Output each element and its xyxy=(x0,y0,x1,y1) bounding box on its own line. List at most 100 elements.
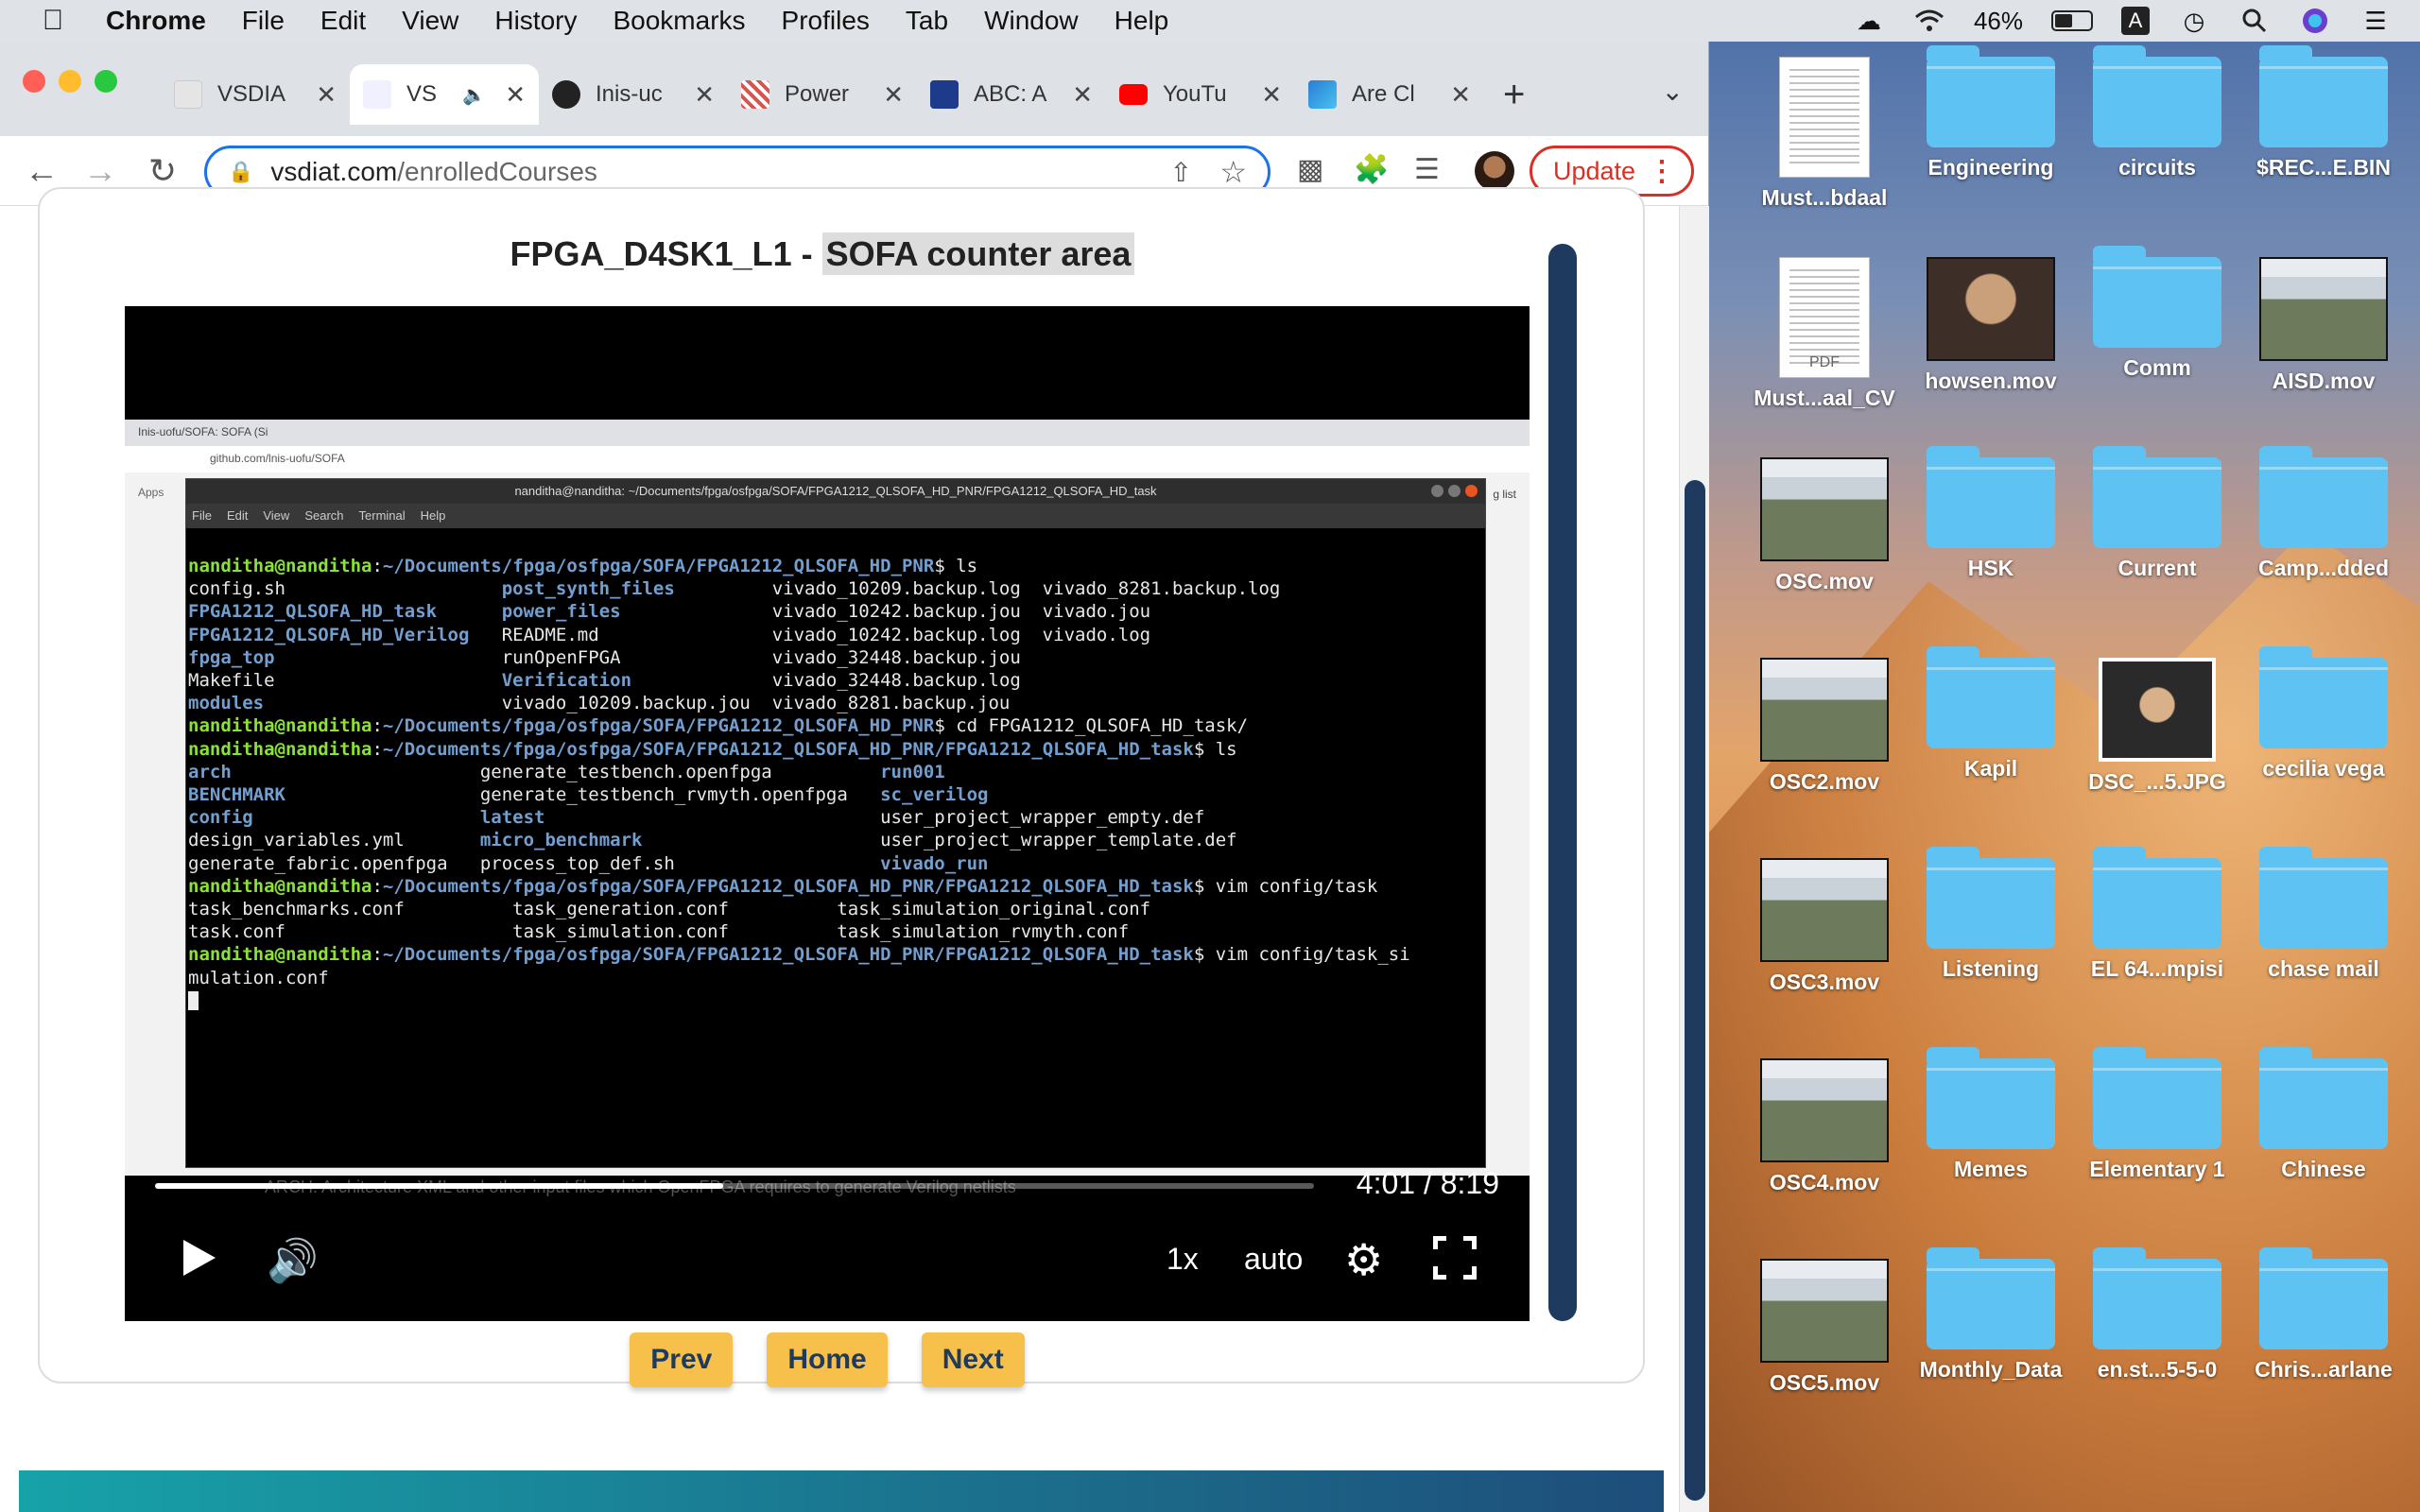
forward-arrow-icon[interactable]: → xyxy=(79,151,121,191)
lesson-side-scrollbar[interactable] xyxy=(1548,244,1577,1321)
extensions-puzzle-icon[interactable]: 🧩 xyxy=(1354,153,1389,186)
desktop-icon-folder[interactable]: Chinese xyxy=(2240,1047,2407,1182)
desktop-icon-video[interactable]: OSC2.mov xyxy=(1741,658,1908,795)
desktop-icon-folder[interactable]: Kapil xyxy=(1908,646,2074,782)
menu-profiles[interactable]: Profiles xyxy=(782,6,870,36)
extension-k-icon[interactable]: ▩ xyxy=(1297,153,1323,186)
tab-vs-active[interactable]: VS 🔈 ✕ xyxy=(350,64,539,125)
share-icon[interactable]: ⇧ xyxy=(1170,157,1192,188)
apple-menu-icon[interactable]:  xyxy=(38,5,68,36)
tab-github[interactable]: Inis-uc ✕ xyxy=(539,64,728,125)
tab-bing[interactable]: Are Cl ✕ xyxy=(1295,64,1484,125)
page-scrollbar[interactable] xyxy=(1679,206,1709,1512)
close-tab-icon[interactable]: ✕ xyxy=(505,80,526,110)
desktop-icon-video[interactable]: OSC.mov xyxy=(1741,457,1908,594)
video-progress-bar[interactable] xyxy=(155,1183,1314,1189)
desktop-icon-folder[interactable]: cecilia vega xyxy=(2240,646,2407,782)
menu-view[interactable]: View xyxy=(402,6,458,36)
input-source-icon[interactable]: A xyxy=(2121,7,2150,35)
close-tab-icon[interactable]: ✕ xyxy=(883,80,904,110)
next-button[interactable]: Next xyxy=(921,1332,1025,1387)
close-tab-icon[interactable]: ✕ xyxy=(316,80,337,110)
audio-playing-icon[interactable]: 🔈 xyxy=(462,83,486,107)
desktop-icon-doc[interactable]: Must...bdaal xyxy=(1741,57,1908,211)
media-control-icon[interactable]: ☰ xyxy=(1414,153,1440,186)
desktop-icon-person[interactable]: howsen.mov xyxy=(1908,257,2074,394)
desktop-icon-video[interactable]: OSC4.mov xyxy=(1741,1058,1908,1195)
desktop-icon-folder[interactable]: HSK xyxy=(1908,446,2074,581)
desktop-icon-folder[interactable]: Chris...arlane xyxy=(2240,1247,2407,1383)
desktop-icon-label: cecilia vega xyxy=(2262,756,2385,781)
tab-youtube[interactable]: YouTu ✕ xyxy=(1106,64,1295,125)
close-tab-icon[interactable]: ✕ xyxy=(1072,80,1093,110)
volume-icon[interactable]: 🔊 xyxy=(267,1236,319,1285)
desktop-icon-folder[interactable]: chase mail xyxy=(2240,847,2407,982)
home-button[interactable]: Home xyxy=(767,1332,888,1387)
desktop-icon-folder[interactable]: Current xyxy=(2074,446,2240,581)
tab-power[interactable]: Power ✕ xyxy=(728,64,917,125)
menu-file[interactable]: File xyxy=(242,6,285,36)
desktop-icon-folder[interactable]: Comm xyxy=(2074,246,2240,381)
prev-button[interactable]: Prev xyxy=(630,1332,734,1387)
fullscreen-icon[interactable] xyxy=(1433,1236,1477,1280)
desktop-icon-folder[interactable]: Listening xyxy=(1908,847,2074,982)
desktop-icon-folder[interactable]: Camp...dded xyxy=(2240,446,2407,581)
page-scrollbar-thumb[interactable] xyxy=(1685,480,1705,1501)
tab-vsdia[interactable]: VSDIA ✕ xyxy=(161,64,350,125)
folder-icon xyxy=(1927,646,2055,748)
creative-cloud-icon[interactable]: ☁ xyxy=(1853,7,1885,35)
spotlight-search-icon[interactable] xyxy=(2238,7,2271,35)
menu-history[interactable]: History xyxy=(494,6,577,36)
close-tab-icon[interactable]: ✕ xyxy=(1261,80,1282,110)
desktop-icon-video[interactable]: OSC5.mov xyxy=(1741,1259,1908,1396)
siri-icon[interactable] xyxy=(2299,7,2331,35)
pdf-badge: PDF xyxy=(1809,354,1840,370)
close-window-button[interactable] xyxy=(23,70,45,93)
video-player[interactable]: Inis-uofu/SOFA: SOFA (Si github.com/lnis… xyxy=(125,306,1530,1321)
battery-icon[interactable] xyxy=(2051,10,2093,31)
document-icon xyxy=(1779,57,1870,178)
settings-gear-icon[interactable]: ⚙ xyxy=(1344,1234,1383,1285)
desktop-icon-folder[interactable]: EL 64...mpisi xyxy=(2074,847,2240,982)
folder-icon xyxy=(1927,1047,2055,1149)
close-tab-icon[interactable]: ✕ xyxy=(694,80,715,110)
bookmark-star-icon[interactable]: ☆ xyxy=(1219,154,1247,190)
lock-icon[interactable]: 🔒 xyxy=(228,160,253,184)
desktop-icon-pdf[interactable]: PDF Must...aal_CV xyxy=(1741,257,1908,411)
menu-help[interactable]: Help xyxy=(1115,6,1169,36)
tab-abc[interactable]: ABC: A ✕ xyxy=(917,64,1106,125)
desktop-icon-folder[interactable]: $REC...E.BIN xyxy=(2240,45,2407,180)
menu-app-name[interactable]: Chrome xyxy=(106,6,206,36)
tab-label: Power xyxy=(785,81,850,107)
desktop-icon-folder[interactable]: en.st...5-5-0 xyxy=(2074,1247,2240,1383)
menu-window[interactable]: Window xyxy=(984,6,1079,36)
desktop-icon-folder[interactable]: Engineering xyxy=(1908,45,2074,180)
close-tab-icon[interactable]: ✕ xyxy=(1450,80,1471,110)
control-center-icon[interactable]: ☰ xyxy=(2360,7,2392,35)
desktop-icon-photo[interactable]: DSC_...5.JPG xyxy=(2074,658,2240,795)
profile-avatar[interactable] xyxy=(1475,151,1514,191)
menu-edit[interactable]: Edit xyxy=(320,6,366,36)
play-icon[interactable] xyxy=(183,1240,216,1276)
desktop-icon-folder[interactable]: Memes xyxy=(1908,1047,2074,1182)
back-arrow-icon[interactable]: ← xyxy=(21,151,62,191)
desktop-icon-folder[interactable]: Elementary 1 xyxy=(2074,1047,2240,1182)
desktop-icon-video[interactable]: OSC3.mov xyxy=(1741,858,1908,995)
zoom-window-button[interactable] xyxy=(95,70,117,93)
reload-icon[interactable]: ↻ xyxy=(142,151,183,191)
clock-icon[interactable]: ◷ xyxy=(2178,7,2210,35)
playback-speed[interactable]: 1x xyxy=(1167,1242,1199,1277)
desktop-icon-video[interactable]: AISD.mov xyxy=(2240,257,2407,394)
desktop-icon-folder[interactable]: circuits xyxy=(2074,45,2240,180)
quality-selector[interactable]: auto xyxy=(1244,1242,1303,1277)
new-tab-icon[interactable]: + xyxy=(1503,74,1525,116)
wifi-icon[interactable] xyxy=(1913,7,1945,35)
menu-tab[interactable]: Tab xyxy=(906,6,948,36)
inner-apps: Apps xyxy=(138,486,164,499)
minimize-window-button[interactable] xyxy=(59,70,81,93)
menu-bookmarks[interactable]: Bookmarks xyxy=(613,6,745,36)
desktop-icon-label: HSK xyxy=(1967,556,2014,580)
tab-search-chevron-icon[interactable]: ⌄ xyxy=(1662,76,1684,107)
chrome-menu-icon[interactable]: ⋮ xyxy=(1648,155,1676,188)
desktop-icon-folder[interactable]: Monthly_Data xyxy=(1908,1247,2074,1383)
